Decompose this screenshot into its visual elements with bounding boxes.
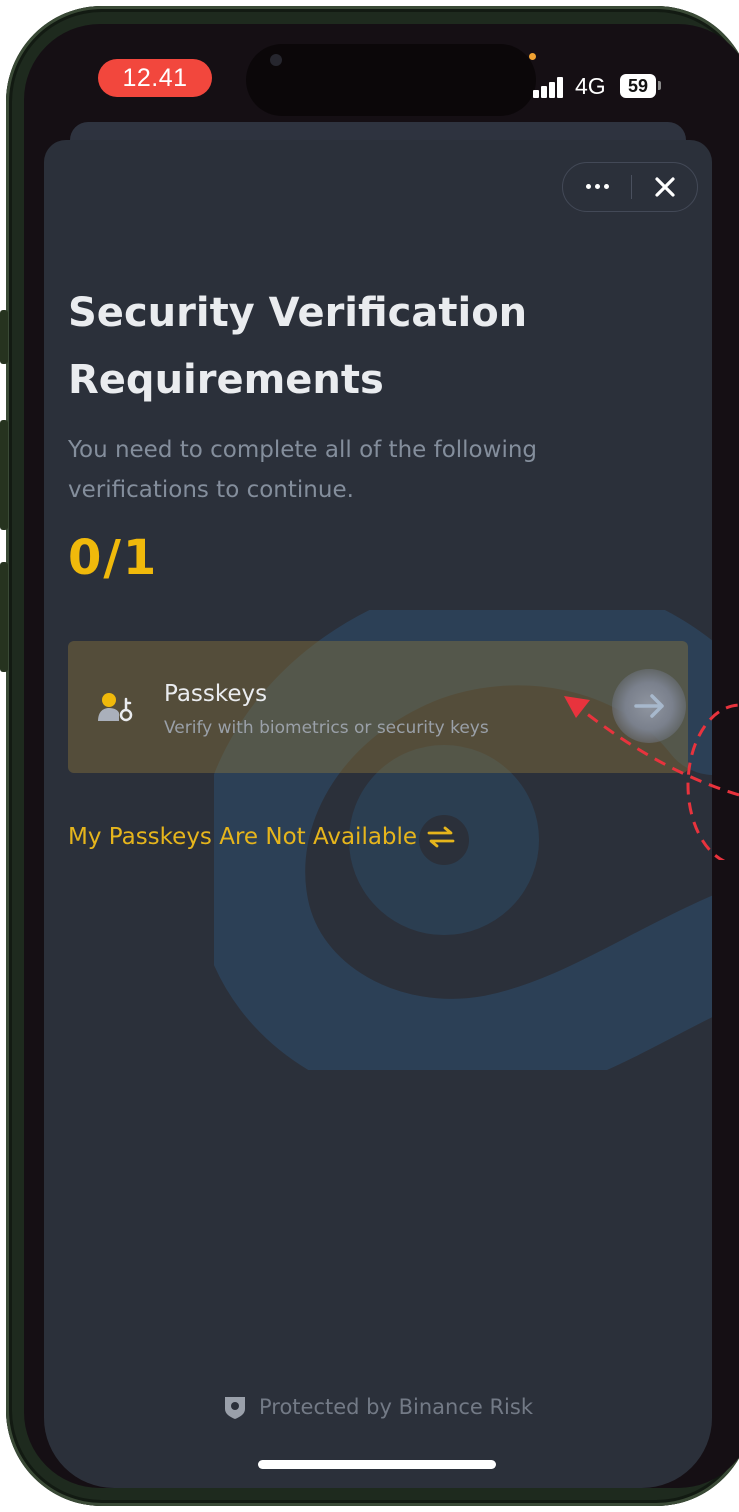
volume-down-button (0, 562, 8, 672)
swap-icon (427, 826, 455, 848)
fallback-label: My Passkeys Are Not Available (68, 824, 418, 850)
privacy-indicator-icon (529, 53, 536, 60)
more-horizontal-icon (585, 184, 591, 189)
status-time: 12.41 (98, 59, 212, 97)
phone-screen: 12.41 4G 59 Security Verification Requir… (24, 24, 739, 1488)
passkeys-description: Verify with biometrics or security keys (164, 718, 489, 738)
footer: Protected by Binance Risk (44, 1392, 712, 1422)
arrow-right-icon (634, 694, 664, 718)
page-title: Security Verification Requirements (68, 290, 528, 403)
menu-divider (631, 175, 632, 199)
passkeys-option[interactable]: Passkeys Verify with biometrics or secur… (68, 641, 688, 773)
verification-sheet: Security Verification Requirements You n… (44, 140, 712, 1488)
more-dot (594, 184, 600, 189)
page: 12.41 4G 59 Security Verification Requir… (0, 0, 739, 1512)
volume-up-button (0, 420, 8, 530)
battery-icon: 59 (620, 74, 656, 98)
close-icon (655, 176, 675, 197)
home-indicator[interactable] (258, 1460, 496, 1469)
passkeys-title: Passkeys (164, 681, 268, 707)
more-dot (603, 184, 609, 189)
page-subtitle: You need to complete all of the followin… (68, 437, 538, 503)
mute-switch (0, 310, 8, 364)
footer-text: Protected by Binance Risk (258, 1395, 533, 1419)
camera-icon (270, 54, 282, 66)
dynamic-island (246, 44, 536, 116)
passkeys-not-available-link[interactable]: My Passkeys Are Not Available (68, 820, 455, 854)
more-button[interactable] (563, 163, 631, 210)
cellular-signal-icon (533, 76, 565, 98)
close-button[interactable] (633, 163, 697, 210)
shield-icon (224, 1397, 245, 1419)
user-key-icon (98, 693, 133, 722)
network-label: 4G (575, 73, 606, 99)
header-menu-pill (562, 162, 698, 212)
battery-nub (658, 81, 661, 90)
passkeys-go-button[interactable] (612, 669, 686, 743)
verification-progress: 0/1 (68, 530, 159, 586)
